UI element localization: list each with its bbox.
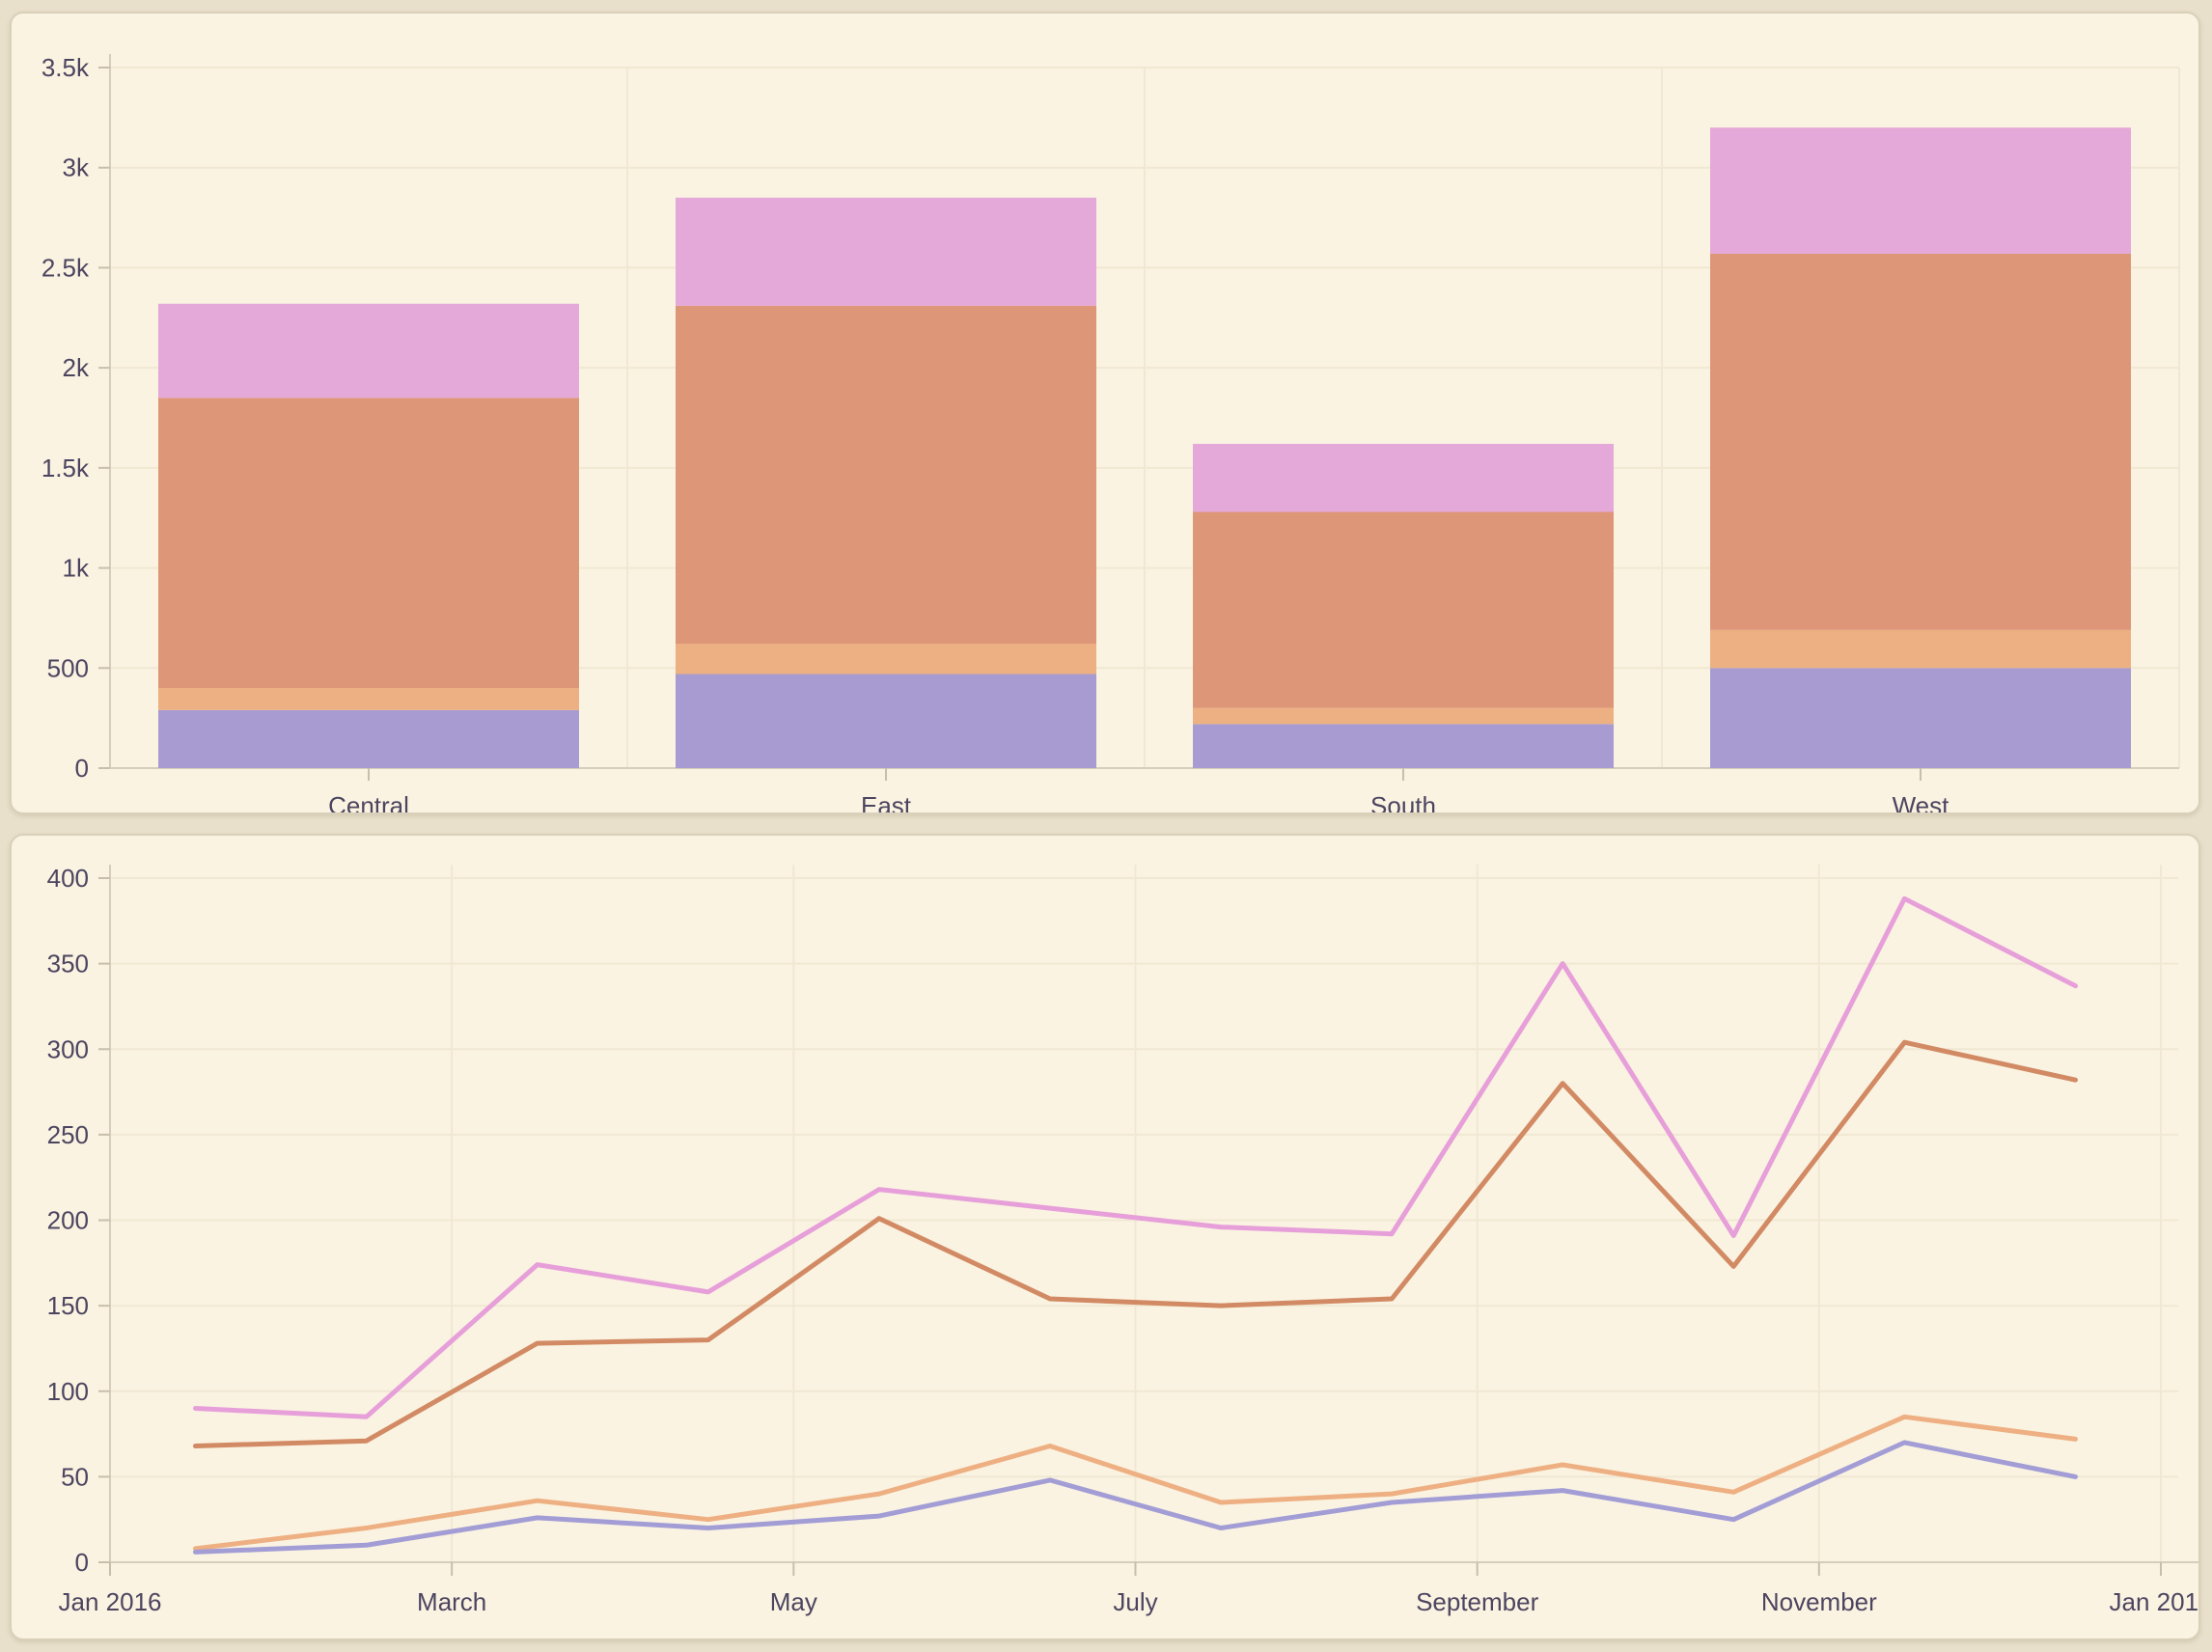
bar-segment-tan-west[interactable]: [1710, 630, 2131, 668]
bar-segment-purple-east[interactable]: [676, 675, 1096, 768]
line-chart-panel: 0 50 100 150 200 250 300 350 400 Jan 2016 March May…: [10, 834, 2200, 1640]
bar-segment-pink-central[interactable]: [158, 304, 579, 398]
bar-segment-salmon-east[interactable]: [676, 306, 1096, 645]
y-axis-tick-label: 400: [47, 864, 89, 893]
bar-segment-purple-west[interactable]: [1710, 668, 2131, 768]
x-axis-tick-label: Jan 2017: [2110, 1587, 2198, 1616]
y-axis-tick-label: 300: [47, 1034, 89, 1063]
bar-segment-purple-central[interactable]: [158, 710, 579, 768]
bar-segment-tan-central[interactable]: [158, 688, 579, 710]
y-axis-tick-label: 1k: [63, 554, 90, 583]
x-axis-category-label: Central: [328, 791, 409, 812]
y-axis-tick-label: 200: [47, 1206, 89, 1235]
bar-segment-salmon-west[interactable]: [1710, 254, 2131, 630]
y-axis-tick-label: 100: [47, 1377, 89, 1406]
bar-segment-salmon-south[interactable]: [1193, 511, 1614, 707]
x-axis-category-label: East: [861, 791, 912, 812]
y-axis-tick-label: 3.5k: [41, 53, 90, 82]
x-axis-tick-label: March: [417, 1587, 486, 1616]
y-axis-tick-label: 50: [61, 1462, 89, 1491]
y-axis-tick-label: 3k: [63, 153, 90, 182]
y-axis-tick-label: 500: [47, 653, 89, 682]
y-axis-tick-label: 2.5k: [41, 253, 90, 282]
bar-segment-tan-east[interactable]: [676, 644, 1096, 674]
x-axis-tick-label: May: [770, 1587, 817, 1616]
line-chart[interactable]: 0 50 100 150 200 250 300 350 400 Jan 2016 March May…: [12, 836, 2198, 1638]
x-axis-tick-label: November: [1761, 1587, 1877, 1616]
y-axis-tick-label: 0: [75, 1548, 89, 1577]
x-axis-tick-label: July: [1113, 1587, 1157, 1616]
bar-segment-purple-south[interactable]: [1193, 724, 1614, 768]
y-axis-tick-label: 150: [47, 1291, 89, 1320]
y-axis-tick-label: 2k: [63, 353, 90, 382]
x-axis-tick-label: Jan 2016: [59, 1587, 162, 1616]
bar-segment-salmon-central[interactable]: [158, 398, 579, 688]
stacked-bar-chart[interactable]: 0 500 1k 1.5k 2k 2.5k 3k 3.5k Central East South We…: [12, 14, 2198, 812]
stacked-bar-chart-panel: 0 500 1k 1.5k 2k 2.5k 3k 3.5k Central East South We…: [10, 12, 2200, 814]
bar-segment-pink-east[interactable]: [676, 198, 1096, 306]
y-axis-tick-label: 250: [47, 1120, 89, 1149]
bar-segment-tan-south[interactable]: [1193, 708, 1614, 725]
y-axis-tick-label: 350: [47, 950, 89, 978]
x-axis-tick-label: September: [1416, 1587, 1539, 1616]
bar-segment-pink-south[interactable]: [1193, 444, 1614, 512]
y-axis-tick-label: 0: [75, 754, 89, 783]
x-axis-category-label: South: [1370, 791, 1436, 812]
bar-segment-pink-west[interactable]: [1710, 127, 2131, 254]
y-axis-tick-label: 1.5k: [41, 454, 90, 482]
x-axis-category-label: West: [1893, 791, 1950, 812]
